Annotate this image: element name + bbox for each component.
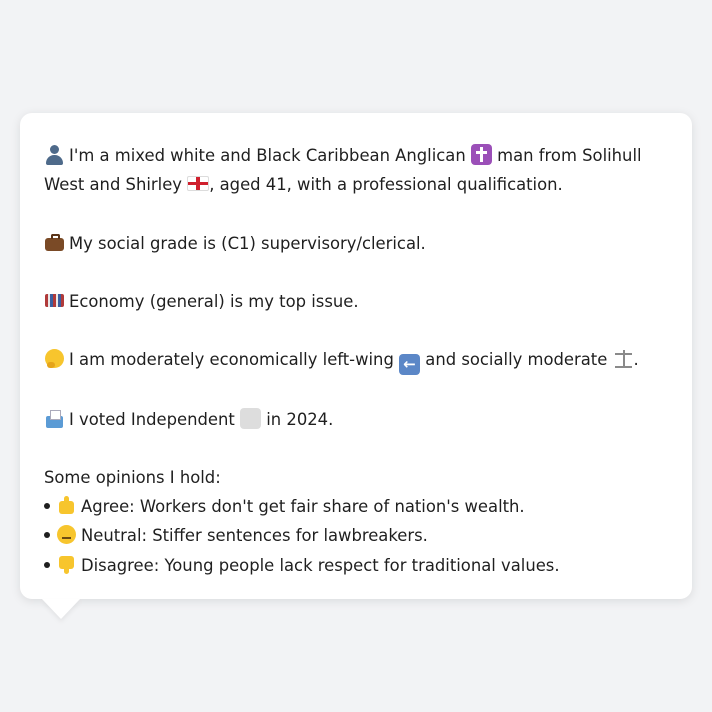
- opinion-item-disagree: Disagree: Young people lack respect for …: [44, 551, 668, 580]
- identity-paragraph: I'm a mixed white and Black Caribbean An…: [44, 141, 668, 199]
- grey-square-icon: [240, 407, 262, 429]
- ideology-line: I am moderately economically left-wing ←…: [44, 345, 668, 376]
- social-grade-text: My social grade is (C1) supervisory/cler…: [69, 233, 426, 253]
- top-issue-text: Economy (general) is my top issue.: [69, 291, 359, 311]
- left-arrow-icon: ←: [399, 354, 421, 376]
- neutral-face-icon: [56, 524, 77, 545]
- bullet: [44, 532, 50, 539]
- opinion-text: Neutral: Stiffer sentences for lawbreake…: [81, 526, 428, 546]
- persona-message-bubble: I'm a mixed white and Black Caribbean An…: [20, 113, 692, 599]
- identity-line1-pre: I'm a mixed white and Black Caribbean An…: [69, 146, 466, 165]
- opinion-item-agree: Agree: Workers don't get fair share of n…: [44, 492, 668, 521]
- thinking-face-icon: [44, 348, 65, 369]
- bubble-tail: [42, 599, 80, 619]
- ideology-mid: and socially moderate: [425, 350, 608, 370]
- briefcase-icon: [44, 232, 65, 253]
- thumbs-up-icon: [56, 495, 77, 516]
- england-flag-icon: [187, 176, 210, 192]
- balance-scale-icon: [613, 348, 634, 369]
- vote-pre: I voted Independent: [69, 409, 235, 429]
- person-icon: [44, 144, 65, 165]
- bullet: [44, 561, 50, 568]
- top-issue-line: Economy (general) is my top issue.: [44, 287, 668, 316]
- bullet: [44, 503, 50, 510]
- identity-line2-pre: West and Shirley: [44, 175, 182, 195]
- latin-cross-icon: [470, 144, 492, 165]
- ideology-pre: I am moderately economically left-wing: [69, 350, 394, 370]
- social-grade-line: My social grade is (C1) supervisory/cler…: [44, 229, 668, 258]
- opinion-item-neutral: Neutral: Stiffer sentences for lawbreake…: [44, 521, 668, 550]
- ideology-post: .: [633, 350, 639, 370]
- opinions-heading: Some opinions I hold:: [44, 467, 221, 487]
- opinion-text: Disagree: Young people lack respect for …: [81, 555, 560, 575]
- banknotes-icon: [44, 290, 65, 311]
- vote-line: I voted Independent in 2024.: [44, 405, 668, 434]
- ballot-box-icon: [44, 408, 65, 429]
- thumbs-down-icon: [56, 554, 77, 575]
- vote-post: in 2024.: [266, 409, 334, 429]
- opinion-text: Agree: Workers don't get fair share of n…: [81, 497, 525, 517]
- identity-line2-post: , aged 41, with a professional qualifica…: [209, 175, 563, 195]
- identity-line1-post: man from Solihull: [497, 146, 642, 165]
